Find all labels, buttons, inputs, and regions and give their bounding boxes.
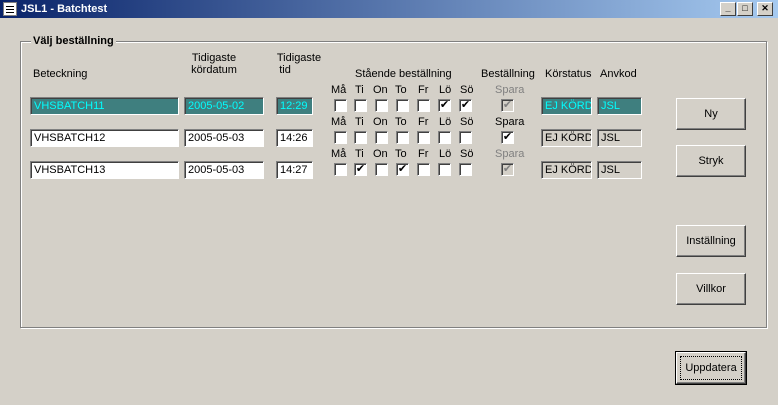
day-label: Må — [331, 148, 347, 160]
window-title: JSL1 - Batchtest — [21, 3, 108, 15]
korstatus-field: EJ KÖRD — [541, 161, 592, 179]
day-checkbox[interactable] — [375, 99, 388, 112]
beteckning-field[interactable]: VHSBATCH13 — [30, 161, 179, 179]
day-checkbox[interactable] — [417, 131, 430, 144]
day-label: Ti — [355, 148, 364, 160]
day-checkbox[interactable] — [334, 163, 347, 176]
order-groupbox — [20, 41, 767, 328]
day-checkbox[interactable] — [417, 99, 430, 112]
header-anvkod: Anvkod — [600, 68, 637, 80]
villkor-button[interactable]: Villkor — [676, 273, 746, 305]
day-label: Sö — [460, 116, 474, 128]
tid-field[interactable]: 12:29 — [276, 97, 313, 115]
tid-field[interactable]: 14:26 — [276, 129, 313, 147]
day-label: Sö — [460, 84, 474, 96]
day-checkbox[interactable] — [417, 163, 430, 176]
spara-label: Spara — [495, 148, 525, 160]
day-label: Lö — [439, 116, 452, 128]
groupbox-title: Välj beställning — [31, 35, 116, 48]
header-korstatus: Körstatus — [545, 68, 592, 80]
day-checkbox[interactable]: ✔ — [459, 99, 472, 112]
day-checkbox[interactable]: ✔ — [438, 99, 451, 112]
day-checkbox[interactable] — [375, 163, 388, 176]
header-staende: Stående beställning — [355, 68, 452, 80]
title-bar[interactable]: JSL1 - Batchtest _ □ ✕ — [0, 0, 778, 18]
kordatum-field[interactable]: 2005-05-03 — [184, 129, 264, 147]
header-tid-line2: tid — [279, 64, 291, 76]
stryk-button[interactable]: Stryk — [676, 145, 746, 177]
anvkod-field: JSL — [597, 161, 642, 179]
spara-label: Spara — [495, 116, 525, 128]
day-checkbox[interactable] — [396, 99, 409, 112]
spara-checkbox[interactable]: ✔ — [501, 163, 514, 176]
day-label: Lö — [439, 148, 452, 160]
beteckning-field[interactable]: VHSBATCH11 — [30, 97, 179, 115]
header-kordatum-line2: kördatum — [191, 64, 237, 76]
day-checkbox[interactable] — [375, 131, 388, 144]
day-checkbox[interactable] — [396, 131, 409, 144]
day-label: To — [395, 116, 407, 128]
day-label: Må — [331, 84, 347, 96]
day-label: On — [373, 148, 388, 160]
close-button[interactable]: ✕ — [757, 2, 773, 16]
day-checkbox[interactable] — [334, 131, 347, 144]
day-checkbox[interactable] — [354, 99, 367, 112]
day-checkbox[interactable] — [438, 131, 451, 144]
day-label: Fr — [418, 148, 429, 160]
spara-checkbox[interactable]: ✔ — [501, 131, 514, 144]
uppdatera-button[interactable]: Uppdatera — [675, 351, 747, 385]
day-label: Ti — [355, 116, 364, 128]
korstatus-field: EJ KÖRD — [541, 97, 592, 115]
day-checkbox[interactable]: ✔ — [396, 163, 409, 176]
day-checkbox[interactable] — [459, 163, 472, 176]
tid-field[interactable]: 14:27 — [276, 161, 313, 179]
header-tid-line1: Tidigaste — [276, 52, 322, 64]
day-label: Ti — [355, 84, 364, 96]
header-kordatum-line1: Tidigaste — [191, 52, 237, 64]
day-label: To — [395, 148, 407, 160]
day-label: Fr — [418, 116, 429, 128]
day-label: Må — [331, 116, 347, 128]
day-checkbox[interactable] — [354, 131, 367, 144]
day-label: To — [395, 84, 407, 96]
day-checkbox[interactable]: ✔ — [354, 163, 367, 176]
day-checkbox[interactable] — [459, 131, 472, 144]
ny-button[interactable]: Ny — [676, 98, 746, 130]
kordatum-field[interactable]: 2005-05-03 — [184, 161, 264, 179]
spara-checkbox[interactable]: ✔ — [501, 99, 514, 112]
day-label: Lö — [439, 84, 452, 96]
installning-button[interactable]: Inställning — [676, 225, 746, 257]
anvkod-field: JSL — [597, 97, 642, 115]
spara-label: Spara — [495, 84, 525, 96]
minimize-button[interactable]: _ — [720, 2, 736, 16]
maximize-button[interactable]: □ — [737, 2, 753, 16]
header-bestallning: Beställning — [481, 68, 535, 80]
day-label: On — [373, 116, 388, 128]
day-checkbox[interactable] — [438, 163, 451, 176]
kordatum-field[interactable]: 2005-05-02 — [184, 97, 264, 115]
korstatus-field: EJ KÖRD — [541, 129, 592, 147]
day-label: Fr — [418, 84, 429, 96]
beteckning-field[interactable]: VHSBATCH12 — [30, 129, 179, 147]
header-beteckning: Beteckning — [33, 68, 88, 80]
app-icon[interactable] — [3, 2, 17, 16]
day-label: On — [373, 84, 388, 96]
day-checkbox[interactable] — [334, 99, 347, 112]
day-label: Sö — [460, 148, 474, 160]
anvkod-field: JSL — [597, 129, 642, 147]
